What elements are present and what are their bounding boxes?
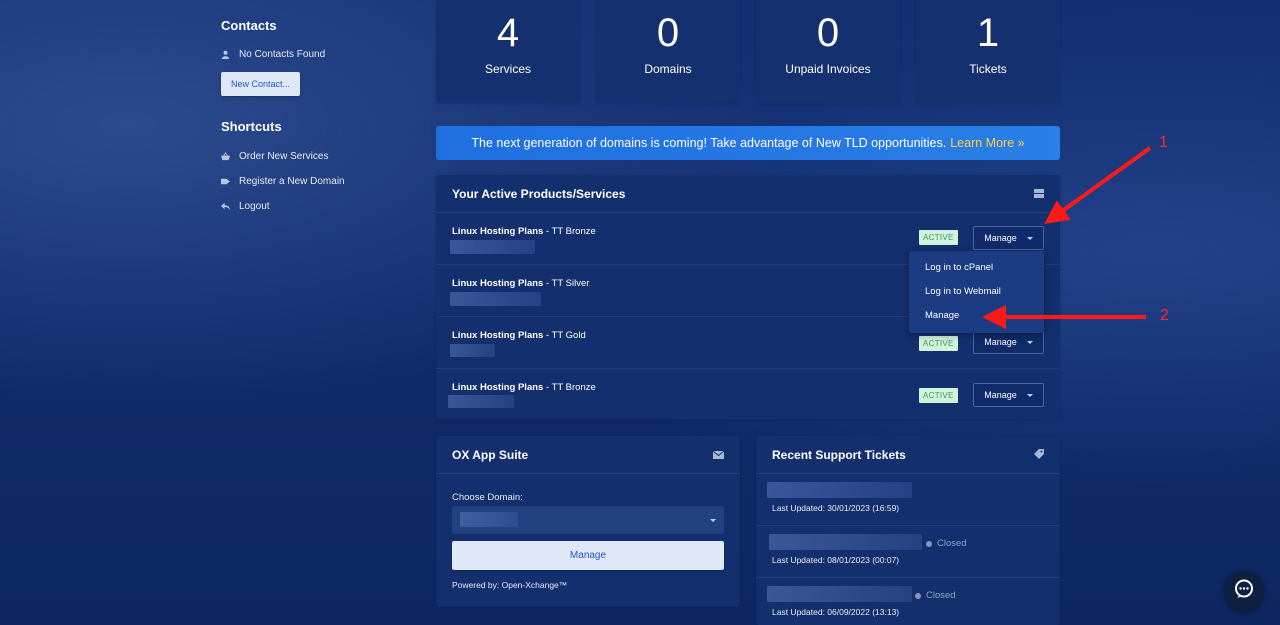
ticket-status: Closed <box>915 590 956 601</box>
chat-icon <box>1234 579 1254 604</box>
redacted-ticket-subject <box>769 534 922 550</box>
ticket-updated: Last Updated: 08/01/2023 (00:07) <box>772 555 900 565</box>
ticket-status-label: Closed <box>937 538 967 549</box>
panel-header: Recent Support Tickets <box>756 436 1060 474</box>
status-dot <box>915 592 921 599</box>
redacted-ticket-subject <box>767 482 912 498</box>
recent-tickets-panel: Recent Support Tickets Last Updated: 30/… <box>756 436 1060 625</box>
ticket-updated: Last Updated: 30/01/2023 (16:59) <box>772 503 900 513</box>
annotation-number-2: 2 <box>1160 307 1169 324</box>
ox-manage-button[interactable]: Manage <box>452 541 724 570</box>
choose-domain-label: Choose Domain: <box>452 492 523 503</box>
annotation-number-1: 1 <box>1159 134 1168 151</box>
domain-select[interactable] <box>452 506 724 534</box>
ticket-row[interactable]: Last Updated: 30/01/2023 (16:59) <box>756 474 1060 526</box>
ticket-tag-icon <box>1034 448 1044 462</box>
ticket-row[interactable]: Closed Last Updated: 06/09/2022 (13:13) <box>756 578 1060 625</box>
status-dot <box>926 540 932 547</box>
arrow-1 <box>1044 146 1152 225</box>
redacted-domain <box>460 512 518 527</box>
redacted-ticket-subject <box>767 586 912 602</box>
chat-widget-button[interactable] <box>1224 571 1264 611</box>
panel-header: OX App Suite <box>436 436 740 474</box>
caret-down-icon <box>710 519 716 522</box>
panel-title: Recent Support Tickets <box>772 447 906 462</box>
ticket-row[interactable]: Closed Last Updated: 08/01/2023 (00:07) <box>756 526 1060 578</box>
ticket-status: Closed <box>926 538 967 549</box>
ticket-status-label: Closed <box>926 590 956 601</box>
panel-title: OX App Suite <box>452 447 529 462</box>
powered-by-text: Powered by: Open-Xchange™ <box>452 580 568 590</box>
ox-app-suite-panel: OX App Suite Choose Domain: Manage Power… <box>436 436 740 607</box>
ticket-updated: Last Updated: 06/09/2022 (13:13) <box>772 607 900 617</box>
envelope-icon <box>712 448 725 462</box>
